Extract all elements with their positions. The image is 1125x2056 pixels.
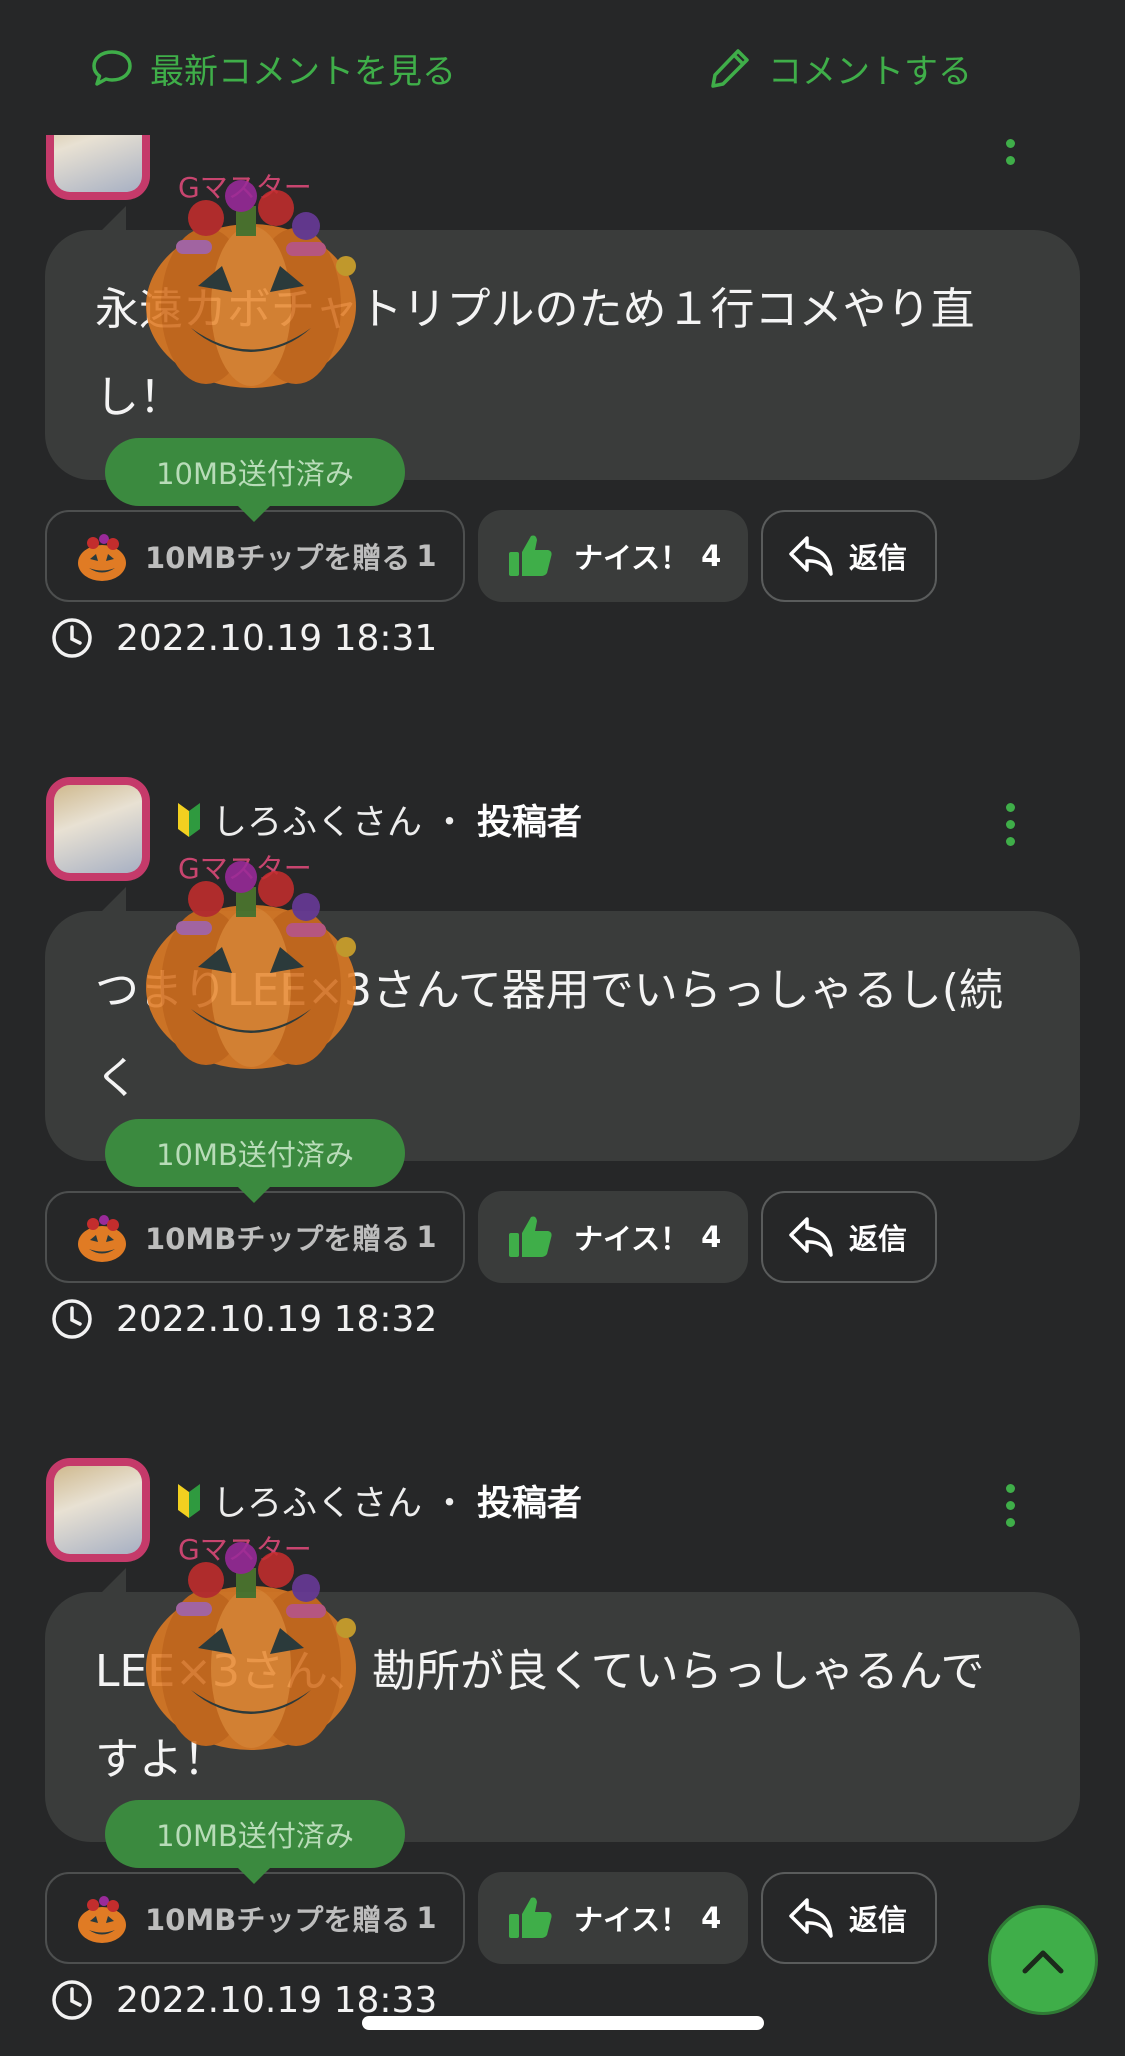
thumbs-up-icon — [509, 1216, 552, 1257]
post-comment-link[interactable]: コメントする — [708, 38, 972, 98]
pencil-icon — [711, 49, 749, 88]
pumpkin-icon — [78, 1896, 126, 1943]
send-tip-button[interactable]: 10MBチップを贈る 1 — [45, 1191, 465, 1283]
reply-label: 返信 — [849, 1222, 908, 1256]
pumpkin-icon — [146, 180, 356, 388]
thumbs-up-icon — [509, 1897, 552, 1938]
timestamp-text: 2022.10.19 18:32 — [116, 1298, 438, 1340]
home-indicator[interactable] — [362, 2016, 764, 2030]
tip-sent-badge: 10MB送付済み — [105, 1800, 405, 1868]
clock-icon — [52, 1299, 92, 1339]
tip-button-label: 10MBチップを贈る — [145, 1903, 411, 1937]
nice-label: ナイス！ — [574, 1222, 690, 1256]
comment-item: しろふくさん ・ 投稿者 Gマスター LEE×3さん、勘所が良くていらっしゃるん… — [0, 1458, 1125, 2056]
latest-comments-label: 最新コメントを見る — [150, 51, 456, 92]
pumpkin-icon — [146, 861, 356, 1069]
comment-author: しろふくさん ・ 投稿者 — [176, 1476, 582, 1524]
reply-arrow-icon — [789, 536, 833, 576]
nice-count: 4 — [701, 1220, 722, 1254]
send-tip-button[interactable]: 10MBチップを贈る 1 — [45, 1872, 465, 1964]
tip-count: 1 — [416, 1220, 437, 1254]
reply-arrow-icon — [789, 1217, 833, 1257]
more-options-button[interactable] — [990, 1470, 1030, 1540]
timestamp-text: 2022.10.19 18:33 — [116, 1979, 438, 2021]
pumpkin-icon — [78, 1215, 126, 1262]
reply-button[interactable]: 返信 — [761, 510, 937, 602]
comment-item: Gマスター 永遠カボチャトリプルのため１行コメやり直 し！ — [0, 96, 1125, 776]
nice-button[interactable]: ナイス！ 4 — [478, 1191, 748, 1283]
latest-comments-link[interactable]: 最新コメントを見る — [90, 38, 456, 98]
chevron-up-icon — [1022, 1950, 1064, 1974]
comment-author: しろふくさん ・ 投稿者 — [176, 795, 582, 843]
post-comment-label: コメントする — [768, 51, 972, 92]
reply-button[interactable]: 返信 — [761, 1191, 937, 1283]
comment-item: しろふくさん ・ 投稿者 Gマスター つまりLEE×3さんて器用でいらっしゃるし… — [0, 777, 1125, 1457]
vertical-dots-icon — [1005, 802, 1015, 812]
reply-label: 返信 — [849, 541, 908, 575]
send-tip-button[interactable]: 10MBチップを贈る 1 — [45, 510, 465, 602]
comment-timestamp: 2022.10.19 18:31 — [50, 604, 437, 672]
reply-button[interactable]: 返信 — [761, 1872, 937, 1964]
timestamp-text: 2022.10.19 18:31 — [116, 617, 438, 659]
reply-label: 返信 — [849, 1903, 908, 1937]
scroll-to-top-button[interactable] — [988, 1905, 1098, 2015]
beginner-mark-icon — [178, 803, 200, 837]
tip-count: 1 — [416, 1901, 437, 1935]
nice-count: 4 — [701, 539, 722, 573]
reply-arrow-icon — [789, 1898, 833, 1938]
tip-button-label: 10MBチップを贈る — [145, 541, 411, 575]
clock-icon — [52, 618, 92, 658]
nice-label: ナイス！ — [574, 1903, 690, 1937]
comment-thread-screen: 最新コメントを見る コメントする Gマスター 永遠カボチャトリプルのため１行コメ… — [0, 0, 1125, 2056]
avatar[interactable] — [46, 777, 150, 881]
nice-button[interactable]: ナイス！ 4 — [478, 510, 748, 602]
more-options-button[interactable] — [990, 789, 1030, 859]
comment-toolbar: 最新コメントを見る コメントする — [0, 0, 1125, 135]
nice-label: ナイス！ — [574, 541, 690, 575]
beginner-mark-icon — [178, 1484, 200, 1518]
avatar[interactable] — [46, 1458, 150, 1562]
clock-icon — [52, 1980, 92, 2020]
poster-label: 投稿者 — [477, 1483, 583, 1524]
nice-count: 4 — [701, 1901, 722, 1935]
pumpkin-icon — [146, 1542, 356, 1750]
speech-bubble-icon — [92, 50, 132, 86]
pumpkin-icon — [78, 534, 126, 581]
tip-sent-badge: 10MB送付済み — [105, 438, 405, 506]
tip-sent-badge: 10MB送付済み — [105, 1119, 405, 1187]
vertical-dots-icon — [1005, 1483, 1015, 1493]
comment-timestamp: 2022.10.19 18:32 — [50, 1285, 437, 1353]
tip-count: 1 — [416, 539, 437, 573]
thumbs-up-icon — [509, 535, 552, 576]
poster-label: 投稿者 — [477, 802, 583, 843]
tip-button-label: 10MBチップを贈る — [145, 1222, 411, 1256]
nice-button[interactable]: ナイス！ 4 — [478, 1872, 748, 1964]
